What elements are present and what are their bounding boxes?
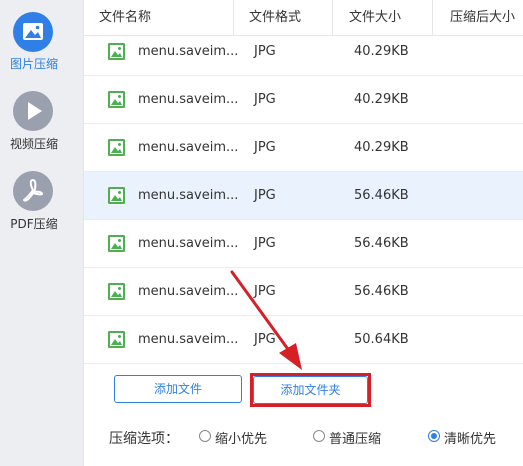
annotation-arrow: [230, 270, 302, 370]
column-header-name[interactable]: 文件名称: [99, 0, 151, 36]
column-header-format[interactable]: 文件格式: [249, 0, 301, 36]
column-divider: [233, 0, 234, 36]
radio-normal-compress[interactable]: [313, 430, 325, 442]
column-header-size[interactable]: 文件大小: [349, 0, 401, 36]
radio-clarity-priority[interactable]: [428, 430, 440, 442]
radio-label[interactable]: 缩小优先: [215, 428, 267, 447]
radio-shrink-priority[interactable]: [199, 430, 211, 442]
column-divider: [432, 0, 433, 36]
table-header: 文件名称 文件格式 文件大小 压缩后大小: [84, 0, 523, 36]
radio-label[interactable]: 普通压缩: [329, 428, 381, 447]
compression-options-label: 压缩选项：: [109, 431, 179, 447]
column-divider: [332, 0, 333, 36]
radio-label[interactable]: 清晰优先: [444, 428, 496, 447]
column-header-compressed-size[interactable]: 压缩后大小: [450, 0, 515, 36]
